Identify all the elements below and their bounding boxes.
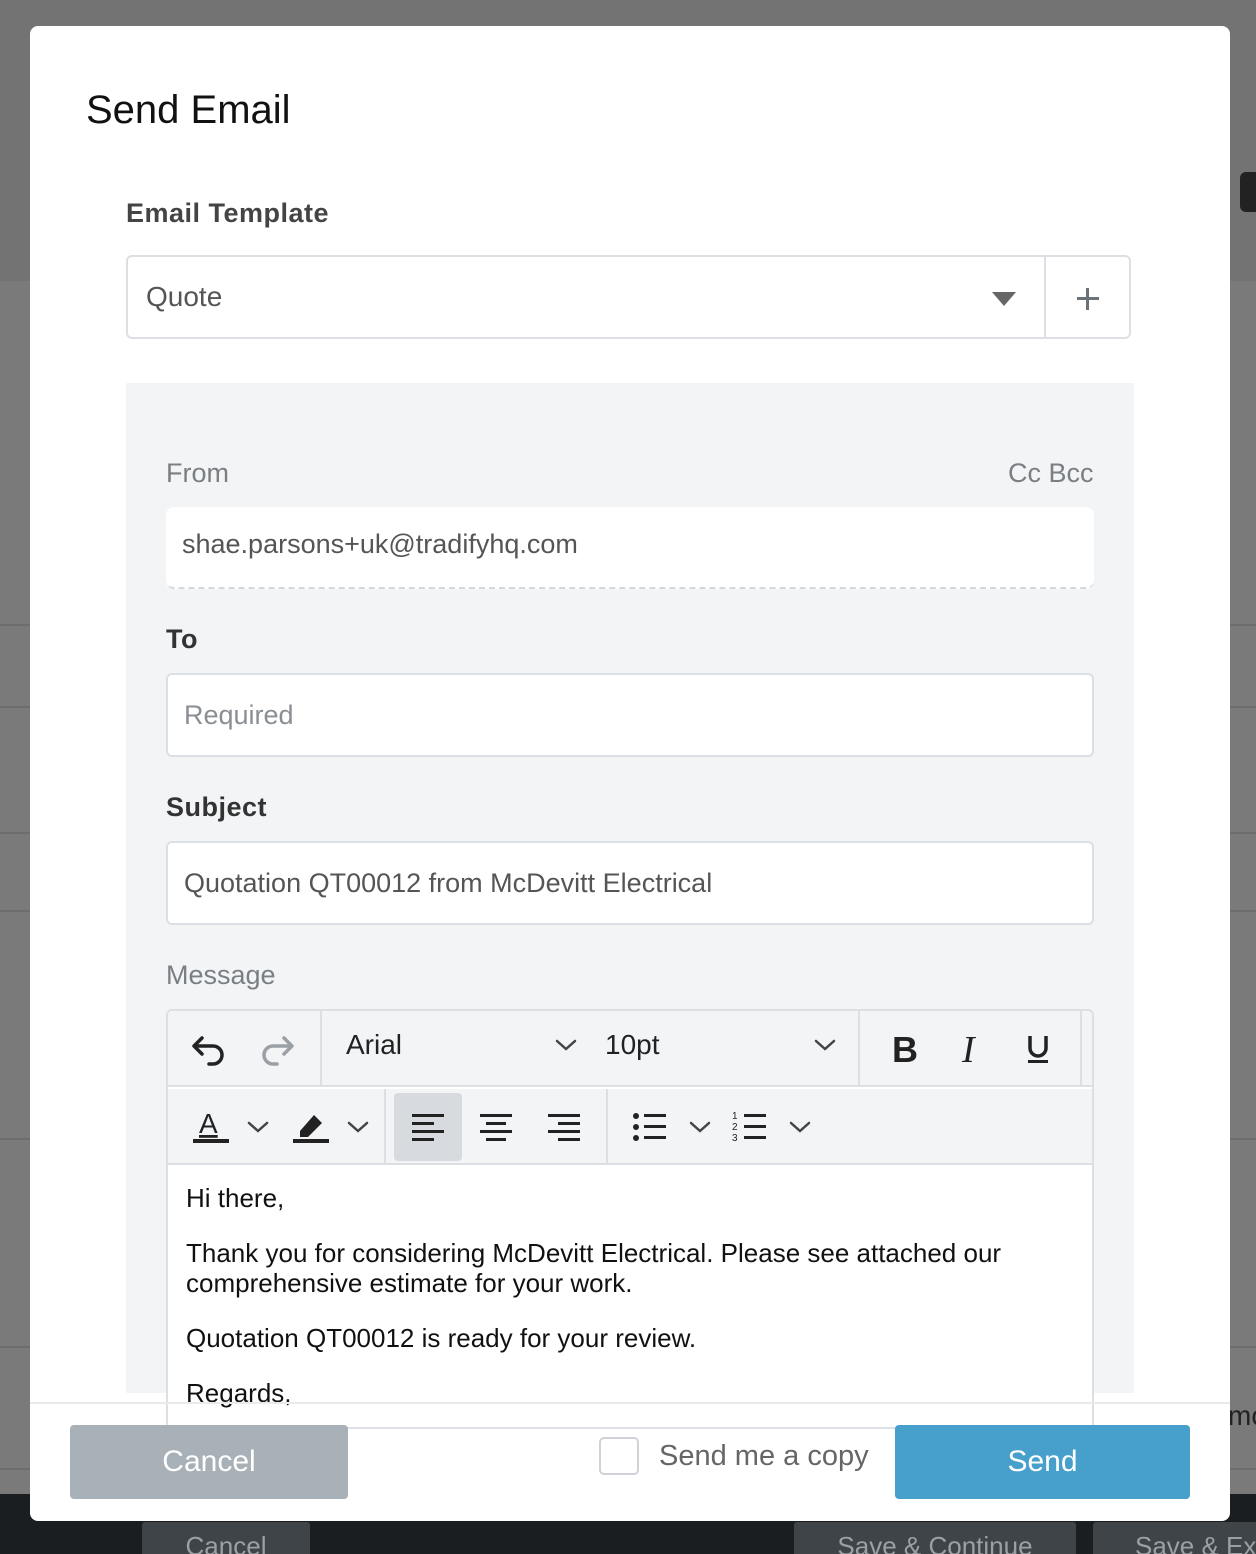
from-value: shae.parsons+uk@tradifyhq.com	[182, 529, 578, 559]
chevron-down-icon	[347, 1121, 369, 1133]
message-label: Message	[166, 960, 276, 990]
svg-text:2: 2	[732, 1122, 738, 1133]
italic-icon: I	[961, 1032, 977, 1066]
numbered-list-icon: 123	[732, 1111, 766, 1144]
add-template-button[interactable]	[1044, 257, 1129, 337]
italic-button[interactable]: I	[948, 1027, 992, 1071]
bullet-list-icon	[633, 1113, 666, 1141]
message-paragraph: Quotation QT00012 is ready for your revi…	[186, 1323, 697, 1353]
send-copy-label[interactable]: Send me a copy	[659, 1440, 869, 1473]
message-paragraph: Hi there,	[186, 1183, 285, 1213]
font-size-value: 10pt	[605, 1029, 660, 1060]
undo-button[interactable]	[186, 1027, 230, 1071]
chevron-down-icon	[689, 1121, 711, 1133]
cancel-button[interactable]: Cancel	[70, 1425, 348, 1499]
align-left-button[interactable]	[406, 1105, 450, 1149]
background-cancel-button: Cancel	[142, 1522, 310, 1554]
numbered-list-dropdown[interactable]	[786, 1113, 814, 1141]
text-color-dropdown[interactable]	[244, 1113, 272, 1141]
caret-down-icon	[992, 292, 1016, 306]
numbered-list-button[interactable]: 123	[728, 1105, 772, 1149]
bullet-list-dropdown[interactable]	[686, 1113, 714, 1141]
toolbar-separator	[384, 1089, 386, 1165]
editor-toolbar-row-1: Arial 10pt B I	[168, 1011, 1092, 1087]
bullet-list-button[interactable]	[628, 1105, 672, 1149]
to-label: To	[166, 624, 198, 654]
email-template-select[interactable]: Quote	[126, 255, 1131, 339]
align-right-icon	[548, 1114, 580, 1141]
chevron-down-icon	[555, 1039, 577, 1051]
subject-input[interactable]	[166, 841, 1094, 925]
message-editor: Arial 10pt B I A 1 2 3 Hi there, Thank y…	[166, 1009, 1094, 1429]
background-save-exit-button: Save & Ex	[1093, 1522, 1256, 1554]
background-icon	[1240, 172, 1256, 212]
toolbar-separator	[1080, 1011, 1082, 1087]
chevron-down-icon	[789, 1121, 811, 1133]
send-email-dialog: Send Email Email Template Quote From Cc …	[30, 26, 1230, 1521]
align-center-button[interactable]	[474, 1105, 518, 1149]
chevron-down-icon	[247, 1121, 269, 1133]
font-family-value: Arial	[346, 1029, 403, 1060]
redo-button[interactable]	[256, 1027, 300, 1071]
chevron-down-icon	[814, 1039, 836, 1051]
bold-icon: B	[892, 1032, 918, 1066]
highlight-button[interactable]	[288, 1105, 332, 1149]
plus-icon	[1086, 288, 1089, 310]
email-template-value: Quote	[146, 281, 223, 312]
highlight-icon	[293, 1115, 329, 1143]
align-center-icon	[480, 1114, 512, 1141]
dialog-title: Send Email	[86, 88, 291, 132]
bold-button[interactable]: B	[882, 1027, 926, 1071]
svg-text:3: 3	[732, 1133, 738, 1144]
message-body[interactable]: Hi there, Thank you for considering McDe…	[186, 1183, 1076, 1427]
font-size-dropdown[interactable]: 10pt	[605, 1029, 855, 1073]
subject-label: Subject	[166, 792, 268, 822]
email-template-label: Email Template	[126, 198, 330, 228]
background-partial-text: mo	[1228, 1400, 1256, 1431]
toolbar-separator	[606, 1089, 608, 1165]
from-label: From	[166, 458, 229, 488]
cc-bcc-link[interactable]: Cc Bcc	[1008, 458, 1094, 489]
redo-icon	[262, 1036, 294, 1066]
svg-text:I: I	[961, 1032, 977, 1066]
text-color-icon: A	[193, 1108, 229, 1143]
toolbar-separator	[858, 1011, 860, 1087]
background-save-continue-button: Save & Continue	[794, 1522, 1076, 1554]
email-form-panel: From Cc Bcc shae.parsons+uk@tradifyhq.co…	[126, 383, 1134, 1429]
text-color-button[interactable]: A	[188, 1105, 232, 1149]
to-input[interactable]	[166, 673, 1094, 757]
underline-button[interactable]	[1016, 1027, 1060, 1071]
align-right-button[interactable]	[542, 1105, 586, 1149]
message-paragraph: Thank you for considering McDevitt Elect…	[186, 1238, 1002, 1298]
send-copy-checkbox[interactable]	[599, 1437, 639, 1475]
font-family-dropdown[interactable]: Arial	[346, 1029, 596, 1073]
align-left-icon	[412, 1114, 444, 1141]
editor-toolbar-row-2: A 1 2 3	[168, 1089, 1092, 1165]
toolbar-separator	[320, 1011, 322, 1087]
svg-text:1: 1	[732, 1111, 738, 1122]
svg-text:A: A	[199, 1108, 218, 1139]
undo-icon	[192, 1036, 224, 1066]
send-button[interactable]: Send	[895, 1425, 1190, 1499]
footer-divider	[30, 1402, 1230, 1404]
underline-icon	[1028, 1036, 1048, 1063]
svg-text:B: B	[892, 1032, 918, 1066]
highlight-dropdown[interactable]	[344, 1113, 372, 1141]
from-field[interactable]: shae.parsons+uk@tradifyhq.com	[166, 507, 1094, 589]
